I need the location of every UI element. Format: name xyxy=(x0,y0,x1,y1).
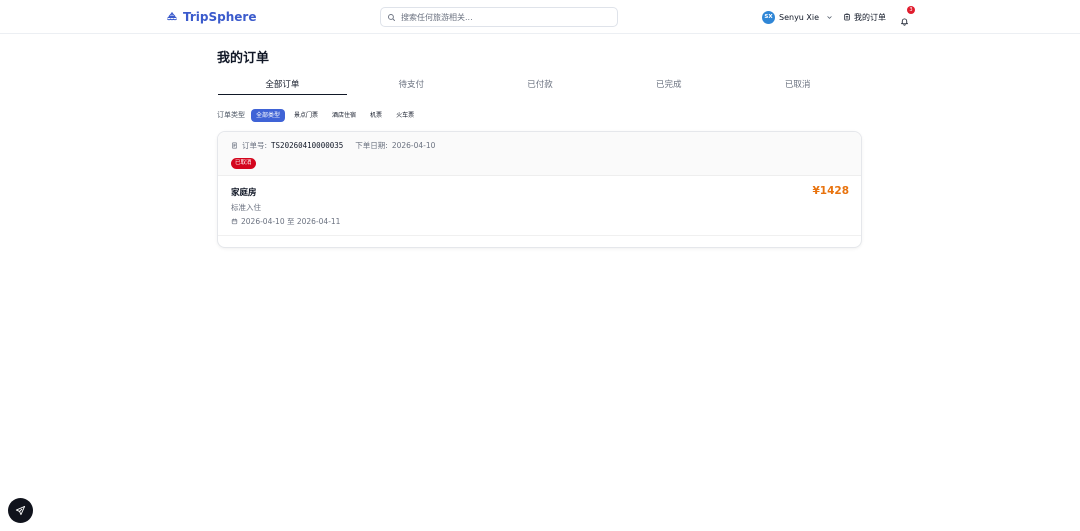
my-orders-label: 我的订单 xyxy=(854,12,886,22)
search-icon xyxy=(388,13,395,21)
stay-dates: 2026-04-10 至 2026-04-11 xyxy=(231,216,340,227)
order-meta: 订单号: TS20260410000035 下单日期: 2026-04-10 xyxy=(231,140,435,151)
paper-plane-icon xyxy=(15,505,26,516)
notifications-button[interactable]: 3 xyxy=(900,6,915,26)
search-input[interactable] xyxy=(401,12,601,22)
order-type-filter: 订单类型 全部类型 景点门票 酒店住宿 机票 火车票 xyxy=(217,108,419,122)
tab-all-orders[interactable]: 全部订单 xyxy=(218,77,347,95)
chevron-down-icon xyxy=(827,15,832,19)
stay-date-range: 2026-04-10 至 2026-04-11 xyxy=(241,217,341,226)
order-number-label: 订单号: xyxy=(242,141,268,150)
tab-completed[interactable]: 已完成 xyxy=(604,77,733,95)
order-number: TS20260410000035 xyxy=(271,141,344,150)
user-name: Senyu Xie xyxy=(779,12,820,22)
order-date: 2026-04-10 xyxy=(391,141,436,150)
filter-chip-attraction-tickets[interactable]: 景点门票 xyxy=(289,109,323,122)
filter-label: 订单类型 xyxy=(217,111,245,119)
order-card-header: 订单号: TS20260410000035 下单日期: 2026-04-10 已… xyxy=(218,132,861,176)
order-date-label: 下单日期: xyxy=(355,141,388,150)
tab-pending-payment[interactable]: 待支付 xyxy=(347,77,476,95)
item-description: 标准入住 xyxy=(231,203,261,212)
tab-paid[interactable]: 已付款 xyxy=(476,77,605,95)
filter-chip-train[interactable]: 火车票 xyxy=(391,109,419,122)
receipt-icon xyxy=(232,142,237,149)
order-status-tabs: 全部订单 待支付 已付款 已完成 已取消 xyxy=(218,77,862,97)
brand-name: TripSphere xyxy=(183,10,257,24)
filter-chip-flight[interactable]: 机票 xyxy=(365,109,387,122)
filter-chip-all-types[interactable]: 全部类型 xyxy=(251,108,286,122)
brand-logo-link[interactable]: TripSphere xyxy=(166,9,256,25)
filter-chip-hotel[interactable]: 酒店住宿 xyxy=(327,109,361,122)
my-orders-link[interactable]: 我的订单 xyxy=(843,10,886,24)
ship-icon xyxy=(167,12,177,21)
bell-icon xyxy=(901,18,908,26)
notification-count-badge: 3 xyxy=(907,6,915,14)
item-name: 家庭房 xyxy=(231,188,257,198)
avatar: SX xyxy=(762,10,775,24)
order-card-body: 家庭房 标准入住 2026-04-10 至 2026-04-11 ¥1428 xyxy=(218,176,861,236)
tab-cancelled[interactable]: 已取消 xyxy=(733,77,862,95)
calendar-icon xyxy=(231,218,238,225)
user-menu[interactable]: SX Senyu Xie xyxy=(762,10,833,24)
floating-assistant-button[interactable] xyxy=(8,498,33,523)
clipboard-icon xyxy=(844,13,850,21)
order-card[interactable]: 订单号: TS20260410000035 下单日期: 2026-04-10 已… xyxy=(217,131,862,248)
top-navbar: TripSphere SX Senyu Xie 我的订单 3 xyxy=(0,0,1080,34)
search-bar[interactable] xyxy=(380,7,618,27)
page-title: 我的订单 xyxy=(217,51,270,66)
order-price: ¥1428 xyxy=(812,185,849,197)
status-badge: 已取消 xyxy=(231,158,256,169)
